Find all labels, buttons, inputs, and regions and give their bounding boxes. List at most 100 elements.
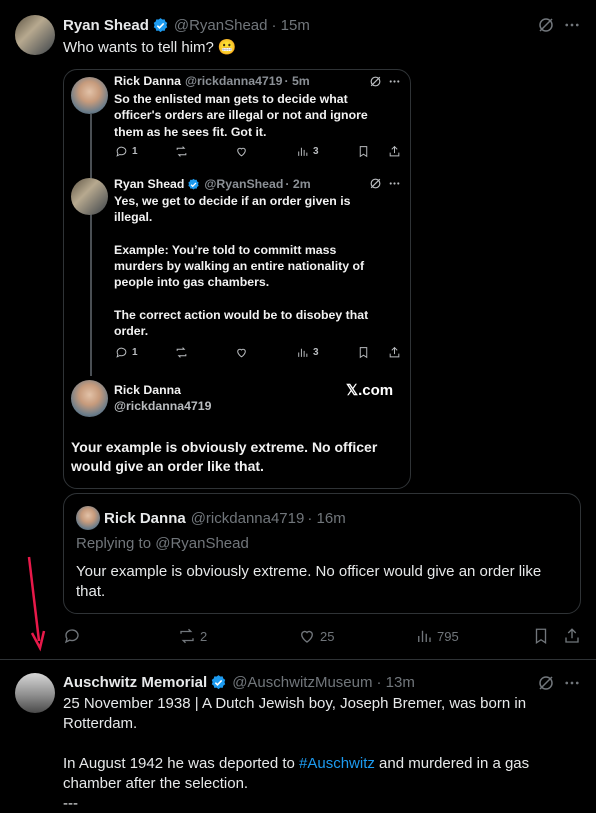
- share-icon: [389, 145, 400, 157]
- quoted-tweet-text: Your example is obviously extreme. No of…: [76, 562, 571, 602]
- views-icon: [298, 348, 308, 357]
- avatar: [76, 506, 100, 530]
- more-icon[interactable]: [563, 674, 581, 692]
- author-handle[interactable]: @AuschwitzMuseum: [232, 674, 372, 691]
- avatar[interactable]: [15, 15, 55, 55]
- card-author-name: Rick Danna: [114, 383, 181, 397]
- avatar: [71, 77, 108, 114]
- hashtag-link[interactable]: #Auschwitz: [299, 755, 375, 772]
- reply-count: 1: [132, 347, 138, 358]
- bookmark-icon: [359, 347, 368, 359]
- share-button[interactable]: [563, 627, 581, 645]
- tweet-time: · 5m: [284, 73, 310, 88]
- text-line: Example: You’re told to committ mass: [114, 242, 337, 257]
- tweet-text-content: Who wants to tell him?: [63, 38, 214, 56]
- text-line: So the enlisted man gets to decide what: [114, 92, 348, 106]
- x-brand-logo: 𝕏.com: [346, 382, 394, 399]
- views-action: 3: [296, 346, 319, 359]
- views-count: 795: [437, 628, 459, 644]
- text-line: them as he sees fit. Got it.: [114, 124, 267, 139]
- text-segment: In August 1942 he was deported to: [63, 755, 300, 772]
- quoted-tweet-header: Rick Danna @rickdanna4719 · 16m: [104, 508, 346, 528]
- tweet-time: · 2m: [285, 176, 311, 191]
- author-handle: @rickdanna4719: [184, 73, 283, 88]
- tweet-time[interactable]: · 15m: [272, 17, 310, 34]
- tweet-divider: [0, 659, 596, 660]
- views-icon: [418, 630, 431, 642]
- text-line: 25 November 1938 | A Dutch Jewish boy, J…: [63, 695, 527, 712]
- more-icon: [389, 80, 400, 83]
- grok-icon: [370, 178, 381, 189]
- reply-icon: [116, 347, 127, 358]
- thread-line: [90, 114, 92, 376]
- avatar[interactable]: [15, 673, 55, 713]
- bookmark-icon: [535, 628, 547, 645]
- views-icon: [298, 147, 308, 156]
- text-line: The correct action would be to disobey t…: [114, 308, 369, 323]
- text-line: chamber after the selection.: [63, 775, 249, 792]
- views-count: 3: [313, 146, 319, 157]
- text-line: officer's orders are illegal or not and …: [114, 108, 368, 123]
- card-text: Your example is obviously extreme. No of…: [71, 438, 401, 476]
- author-handle: @RyanShead: [204, 176, 284, 191]
- retweet-icon: [176, 146, 187, 157]
- tweet-header: Ryan Shead @RyanShead · 15m: [63, 15, 310, 35]
- author-handle[interactable]: @RyanShead: [174, 17, 268, 34]
- more-icon: [389, 182, 400, 185]
- text-line: ---: [63, 795, 78, 812]
- retweet-count: 2: [200, 628, 208, 644]
- tweet-header: Auschwitz Memorial @AuschwitzMuseum · 13…: [63, 672, 415, 692]
- author-name: Ryan Shead: [114, 176, 185, 191]
- text-line: illegal.: [114, 210, 153, 225]
- text-line: Yes, we get to decide if an order given …: [114, 194, 351, 208]
- like-count: 25: [320, 628, 335, 644]
- grok-icon[interactable]: [537, 674, 555, 692]
- author-handle: @rickdanna4719: [190, 509, 305, 527]
- text-line: order.: [114, 324, 149, 339]
- text-line: Rotterdam.: [63, 715, 138, 732]
- tweet-text: 25 November 1938 | A Dutch Jewish boy, J…: [63, 694, 588, 813]
- author-name[interactable]: Ryan Shead: [63, 17, 149, 34]
- text-line: Your example is obviously extreme. No of…: [71, 439, 378, 455]
- reply-action: 1: [115, 145, 138, 158]
- share-icon: [565, 628, 579, 643]
- like-icon: [237, 348, 246, 358]
- reply-button[interactable]: [63, 627, 85, 645]
- tweet-header: Ryan Shead @RyanShead · 2m: [114, 176, 311, 192]
- tweet-time[interactable]: · 13m: [376, 674, 414, 691]
- views-button[interactable]: 795: [415, 627, 459, 645]
- verified-badge-icon: [153, 17, 168, 32]
- bookmark-icon: [359, 146, 368, 158]
- views-count: 3: [313, 347, 319, 358]
- author-name: Rick Danna: [104, 509, 186, 527]
- verified-badge-icon: [211, 674, 226, 689]
- tweet-header: Rick Danna @rickdanna4719 · 5m: [114, 73, 310, 89]
- grok-icon: [370, 76, 381, 87]
- text-line: In August 1942 he was deported to #Ausch…: [63, 754, 588, 774]
- like-icon: [301, 630, 313, 643]
- text-line: that.: [76, 583, 106, 600]
- reply-count: 1: [132, 146, 138, 157]
- author-name[interactable]: Auschwitz Memorial: [63, 674, 207, 691]
- tweet-text: Who wants to tell him? 😬: [63, 37, 237, 57]
- retweet-icon: [176, 347, 187, 358]
- reply-action: 1: [115, 346, 138, 359]
- text-line: Your example is obviously extreme. No of…: [76, 563, 542, 580]
- grok-icon[interactable]: [537, 16, 555, 34]
- retweet-icon: [180, 628, 194, 644]
- text-line: murders by walking an entire nationality…: [114, 259, 365, 274]
- retweet-button[interactable]: 2: [178, 627, 207, 645]
- more-icon[interactable]: [563, 16, 581, 34]
- like-icon: [237, 147, 246, 157]
- like-button[interactable]: 25: [298, 627, 334, 645]
- bookmark-button[interactable]: [532, 627, 550, 645]
- tweet-time: · 16m: [307, 509, 346, 527]
- text-line: would give an order like that.: [71, 458, 264, 474]
- avatar: [71, 380, 108, 417]
- views-action: 3: [296, 145, 319, 158]
- avatar: [71, 178, 108, 215]
- red-arrow-annotation: [27, 556, 46, 652]
- grimace-emoji: 😬: [217, 39, 237, 56]
- verified-badge-icon: [188, 178, 200, 190]
